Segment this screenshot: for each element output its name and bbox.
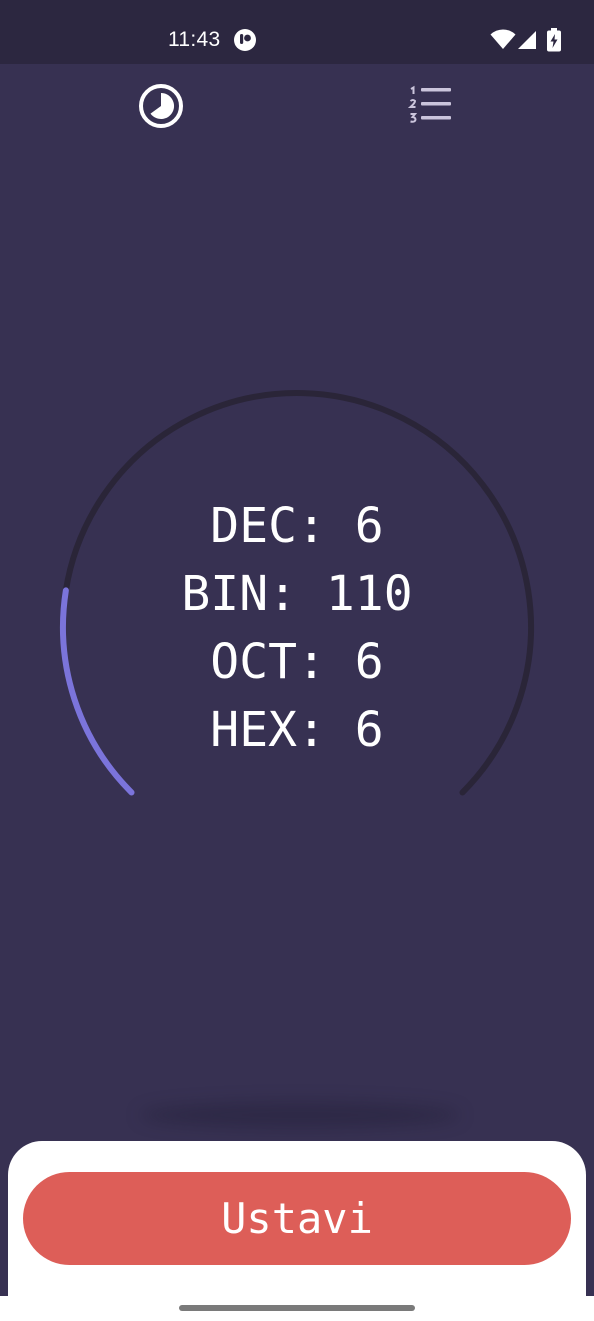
gesture-handle[interactable] [179, 1305, 415, 1311]
sheet-shadow [140, 1102, 460, 1128]
binary-value: BIN: 110 [181, 566, 413, 622]
hex-value: HEX: 6 [210, 702, 384, 758]
number-readout: DEC: 6 BIN: 110 OCT: 6 HEX: 6 [97, 492, 497, 764]
stop-button[interactable]: Ustavi [23, 1172, 571, 1265]
octal-value: OCT: 6 [210, 634, 384, 690]
decimal-value: DEC: 6 [210, 498, 384, 554]
app-screen: 11:43 DEC: 6 BIN: 110 OCT: 6 HEX: 6 Usta… [0, 0, 594, 1321]
